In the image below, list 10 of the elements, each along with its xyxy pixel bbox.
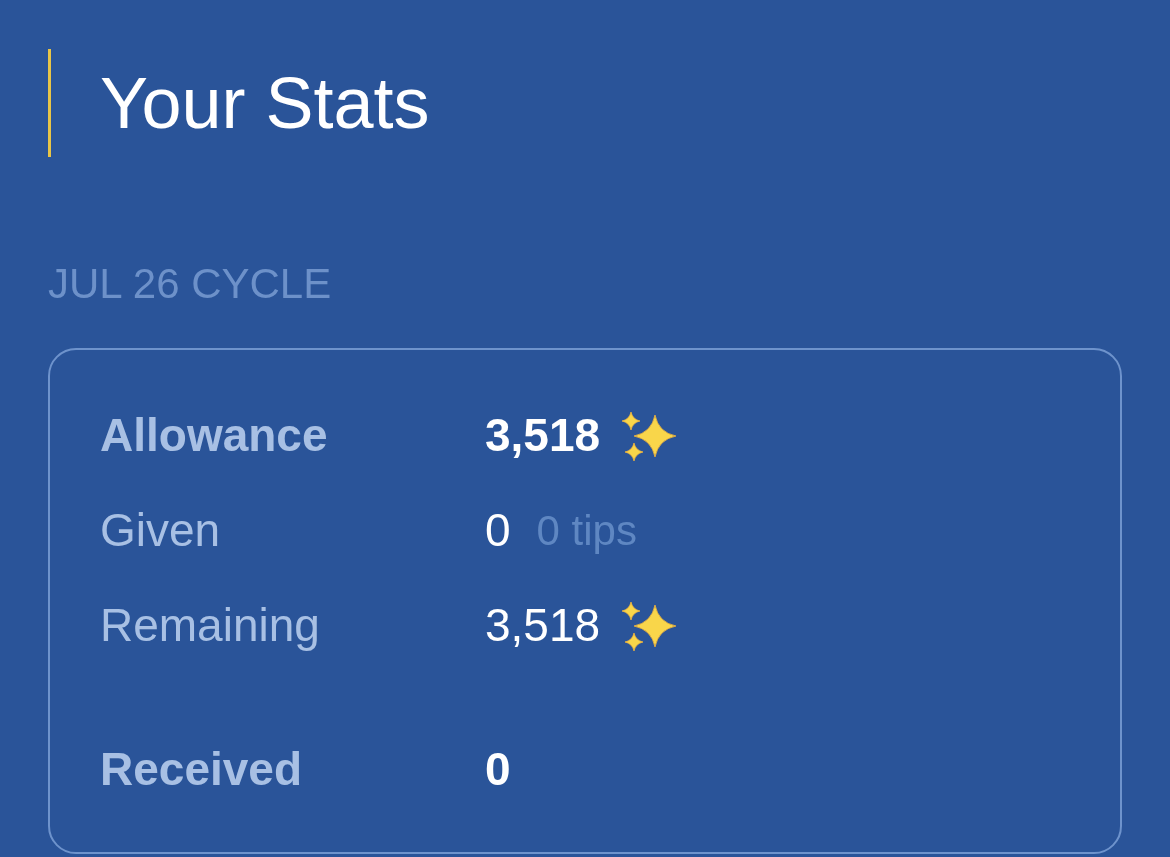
stat-label: Given [100, 503, 222, 558]
stat-label: Allowance [100, 408, 329, 463]
stat-label: Received [100, 742, 303, 797]
stat-value: 3,518 [485, 408, 601, 463]
stat-label: Remaining [100, 598, 321, 653]
stat-value: 3,518 [485, 598, 601, 653]
page-title: Your Stats [48, 49, 430, 157]
cycle-label: JUL 26 CYCLE [48, 259, 333, 309]
stat-value: 0 [485, 742, 511, 797]
stat-value: 0 [485, 503, 511, 558]
